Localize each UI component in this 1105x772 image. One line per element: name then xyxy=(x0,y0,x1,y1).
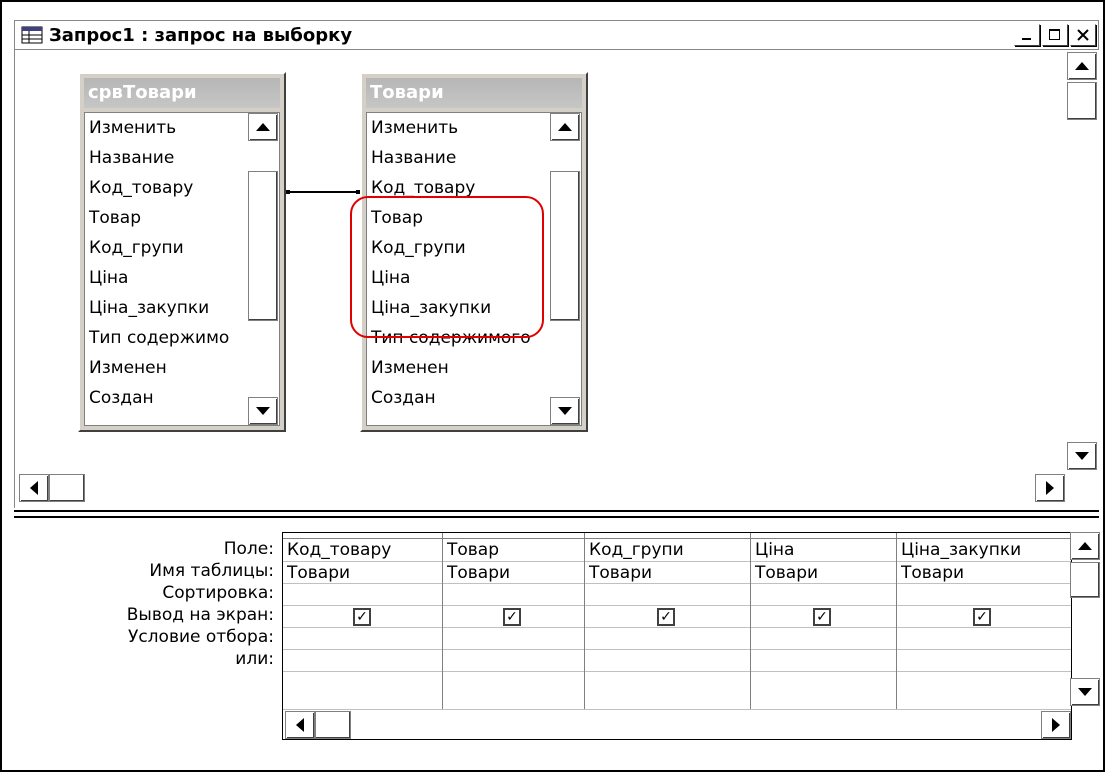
row-label-field: Поле: xyxy=(223,539,274,559)
arrow-down-icon xyxy=(1075,452,1089,460)
arrow-left-icon xyxy=(30,481,38,495)
close-button[interactable] xyxy=(1070,24,1096,46)
window-title: Запрос1 : запрос на выборку xyxy=(49,24,353,46)
query-icon xyxy=(21,26,43,44)
show-checkbox[interactable]: ✓ xyxy=(973,608,991,626)
scroll-down-button[interactable] xyxy=(1067,442,1097,470)
grid-cell-or[interactable] xyxy=(585,650,750,672)
grid-cell-table[interactable]: Товари xyxy=(751,562,896,584)
grid-cell-field[interactable]: Товар xyxy=(443,539,584,562)
grid-cell-show[interactable]: ✓ xyxy=(283,606,442,628)
grid-cell-sort[interactable] xyxy=(897,584,1071,606)
row-label-or: или: xyxy=(235,649,274,669)
grid-cell-table[interactable]: Товари xyxy=(283,562,442,584)
grid-vscrollbar[interactable] xyxy=(1070,532,1100,708)
grid-cell-or[interactable] xyxy=(283,650,442,672)
grid-cell-sort[interactable] xyxy=(585,584,750,606)
grid-cell-show[interactable]: ✓ xyxy=(585,606,750,628)
relationship-line xyxy=(286,190,360,194)
grid-cell-field[interactable]: Ціна_закупки xyxy=(897,539,1071,562)
row-label-criteria: Условие отбора: xyxy=(127,627,274,647)
grid-cell-sort[interactable] xyxy=(751,584,896,606)
title-bar[interactable]: Запрос1 : запрос на выборку xyxy=(14,20,1099,50)
scroll-down-button[interactable] xyxy=(1070,678,1100,706)
scroll-thumb[interactable] xyxy=(49,474,85,502)
grid-cell-table[interactable]: Товари xyxy=(897,562,1071,584)
grid-cell-or[interactable] xyxy=(751,650,896,672)
scroll-thumb[interactable] xyxy=(315,711,351,739)
grid-cell-table[interactable]: Товари xyxy=(443,562,584,584)
grid-cell-field[interactable]: Код_групи xyxy=(585,539,750,562)
show-checkbox[interactable]: ✓ xyxy=(657,608,675,626)
arrow-right-icon xyxy=(1046,481,1054,495)
scroll-up-button[interactable] xyxy=(1067,52,1097,80)
highlight-annotation xyxy=(350,196,544,338)
table-diagram-pane: срвТовари Изменить Название Код_товару Т… xyxy=(14,50,1099,508)
grid-cell-criteria[interactable] xyxy=(897,628,1071,650)
grid-cell-criteria[interactable] xyxy=(283,628,442,650)
diagram-vscrollbar[interactable] xyxy=(1067,50,1099,504)
pane-splitter[interactable] xyxy=(14,510,1099,518)
grid-cell-criteria[interactable] xyxy=(585,628,750,650)
show-checkbox[interactable]: ✓ xyxy=(503,608,521,626)
scroll-thumb[interactable] xyxy=(1070,562,1100,598)
grid-cell-or[interactable] xyxy=(443,650,584,672)
grid-cell-table[interactable]: Товари xyxy=(585,562,750,584)
grid-row-labels: Поле: Имя таблицы: Сортировка: Вывод на … xyxy=(14,538,276,670)
diagram-hscrollbar[interactable] xyxy=(15,472,1065,504)
qbe-grid[interactable]: Код_товару Товари ✓ Товар Товари ✓ Код_г… xyxy=(282,532,1072,740)
arrow-down-icon xyxy=(1078,688,1092,696)
show-checkbox[interactable]: ✓ xyxy=(353,608,371,626)
scroll-thumb[interactable] xyxy=(1067,82,1097,120)
scroll-up-button[interactable] xyxy=(1070,532,1100,560)
show-checkbox[interactable]: ✓ xyxy=(813,608,831,626)
grid-cell-field[interactable]: Ціна xyxy=(751,539,896,562)
arrow-up-icon xyxy=(1078,542,1092,550)
row-label-show: Вывод на экран: xyxy=(126,605,274,625)
grid-cell-criteria[interactable] xyxy=(443,628,584,650)
grid-cell-show[interactable]: ✓ xyxy=(443,606,584,628)
grid-cell-or[interactable] xyxy=(897,650,1071,672)
maximize-button[interactable] xyxy=(1042,24,1068,46)
arrow-right-icon xyxy=(1052,718,1060,732)
grid-cell-show[interactable]: ✓ xyxy=(751,606,896,628)
grid-cell-sort[interactable] xyxy=(443,584,584,606)
minimize-button[interactable] xyxy=(1014,24,1040,46)
query-design-grid-pane: Поле: Имя таблицы: Сортировка: Вывод на … xyxy=(14,520,1100,760)
scroll-right-button[interactable] xyxy=(1041,711,1071,739)
grid-cell-criteria[interactable] xyxy=(751,628,896,650)
row-label-sort: Сортировка: xyxy=(162,583,274,603)
scroll-left-button[interactable] xyxy=(285,711,315,739)
grid-hscrollbar[interactable] xyxy=(283,709,1071,739)
grid-cell-sort[interactable] xyxy=(283,584,442,606)
arrow-left-icon xyxy=(296,718,304,732)
grid-cell-show[interactable]: ✓ xyxy=(897,606,1071,628)
query-window: Запрос1 : запрос на выборку срвТовари Из… xyxy=(0,0,1105,772)
row-label-table: Имя таблицы: xyxy=(149,561,274,581)
scroll-left-button[interactable] xyxy=(19,474,49,502)
grid-cell-field[interactable]: Код_товару xyxy=(283,539,442,562)
arrow-up-icon xyxy=(1075,62,1089,70)
scroll-right-button[interactable] xyxy=(1035,474,1065,502)
